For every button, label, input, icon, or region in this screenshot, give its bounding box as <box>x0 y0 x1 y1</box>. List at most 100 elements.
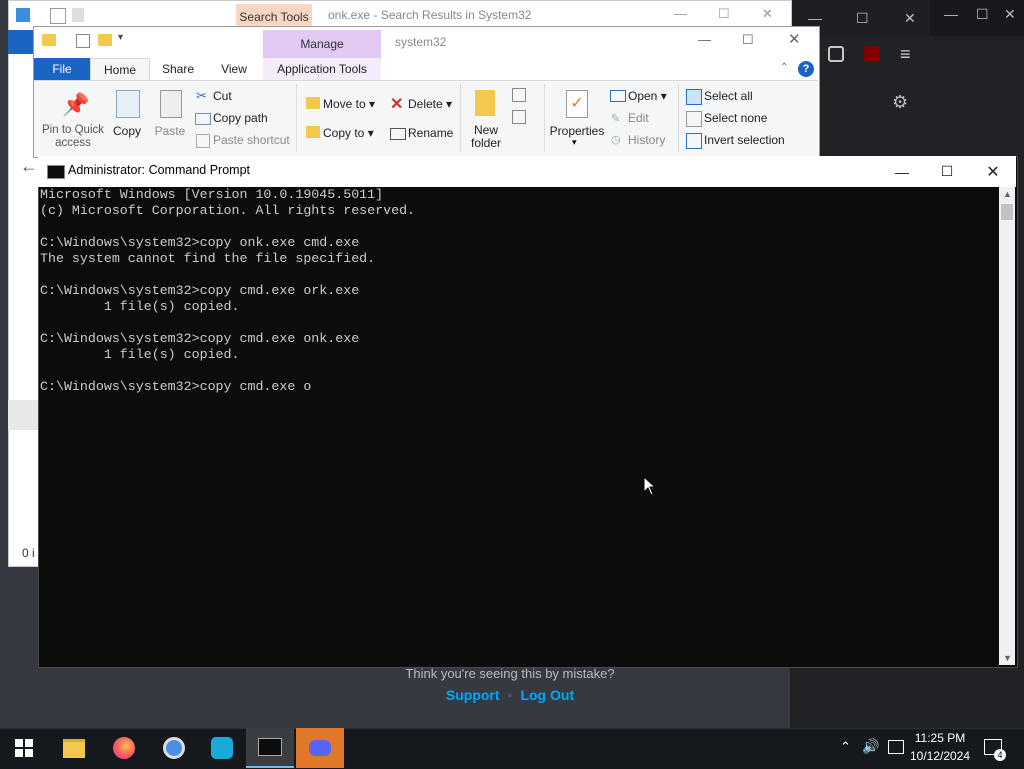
cmd-line: C:\Windows\system32>copy cmd.exe o <box>40 379 312 394</box>
copy-path-button[interactable]: Copy path <box>213 111 268 125</box>
explorer-minimize-button[interactable]: — <box>698 32 711 47</box>
copy-button[interactable]: Copy <box>110 124 144 138</box>
cmd-window-title: Administrator: Command Prompt <box>68 163 251 177</box>
cmd-console-output[interactable]: Microsoft Windows [Version 10.0.19045.50… <box>39 187 1000 665</box>
copy-to-button[interactable]: Copy to ▾ <box>323 126 374 140</box>
copy-icon <box>116 90 140 118</box>
search-window-maximize[interactable]: ☐ <box>718 6 730 22</box>
cmd-line <box>40 267 1000 283</box>
tab-file[interactable]: File <box>34 58 90 80</box>
menu-icon[interactable]: ≡ <box>900 44 911 65</box>
link-separator: • <box>507 687 513 703</box>
invert-selection-button[interactable]: Invert selection <box>704 133 785 147</box>
pin-icon: 📌 <box>62 92 90 117</box>
rename-button[interactable]: Rename <box>408 126 453 140</box>
ublock-icon[interactable] <box>864 46 880 62</box>
cmd-line: 1 file(s) copied. <box>40 299 240 314</box>
pin-quick-access-button[interactable]: Pin to Quick access <box>40 124 106 150</box>
new-folder-quick-icon[interactable] <box>98 34 112 46</box>
quick-access-dropdown-icon[interactable]: ▾ <box>118 32 123 43</box>
search-status-text: 0 i <box>22 546 35 560</box>
manage-contextual-tab[interactable]: Manage <box>263 30 381 58</box>
cmd-maximize-button[interactable]: ☐ <box>924 156 970 187</box>
ribbon-separator <box>544 84 545 152</box>
search-window-close[interactable]: ✕ <box>762 6 773 22</box>
back-arrow-icon[interactable]: ← <box>20 156 38 177</box>
tab-view[interactable]: View <box>212 58 256 80</box>
ribbon-separator <box>678 84 679 152</box>
paste-icon <box>160 90 182 118</box>
tab-home[interactable]: Home <box>90 58 150 81</box>
cut-icon: ✂ <box>196 88 207 103</box>
explorer-maximize-button[interactable]: ☐ <box>742 32 754 48</box>
move-to-button[interactable]: Move to ▾ <box>323 97 375 111</box>
easy-access-icon[interactable] <box>512 110 526 124</box>
delete-label: Delete <box>408 97 443 111</box>
history-button[interactable]: History <box>628 133 665 147</box>
copy-to-label: Copy to <box>323 126 365 140</box>
clock-time[interactable]: 11:25 PM <box>910 731 970 745</box>
browser-close-icon[interactable]: ✕ <box>1004 6 1016 23</box>
explorer-app-icon <box>16 8 30 22</box>
explorer-close-button[interactable]: ✕ <box>788 30 801 48</box>
vpn-icon <box>211 737 233 759</box>
cmd-line: 1 file(s) copied. <box>40 347 240 362</box>
tab-share[interactable]: Share <box>155 58 201 80</box>
cmd-scrollbar[interactable] <box>999 187 1015 665</box>
footer-links: Support • Log Out <box>380 687 640 703</box>
properties-quick-icon[interactable] <box>76 34 90 48</box>
history-icon: ◷ <box>611 134 621 146</box>
taskbar-firefox[interactable] <box>100 728 148 768</box>
paste-button[interactable]: Paste <box>152 124 188 138</box>
new-folder-button[interactable]: New folder <box>466 124 506 150</box>
taskbar-file-explorer[interactable] <box>50 728 98 768</box>
taskbar-vpn[interactable] <box>198 728 246 768</box>
volume-icon[interactable]: 🔊 <box>862 738 879 755</box>
edit-button[interactable]: Edit <box>628 111 649 125</box>
scroll-up-icon[interactable]: ▲ <box>1003 189 1012 199</box>
cmd-close-button[interactable]: ✕ <box>970 156 1016 187</box>
taskbar-discord[interactable] <box>296 728 344 768</box>
move-to-label: Move to <box>323 97 366 111</box>
cmd-line: Microsoft Windows [Version 10.0.19045.50… <box>40 187 384 202</box>
properties-button[interactable]: Properties <box>549 124 605 138</box>
cut-button[interactable]: Cut <box>213 89 232 103</box>
show-hidden-icons-icon[interactable]: ⌃ <box>840 739 851 755</box>
tab-application-tools[interactable]: Application Tools <box>263 58 381 80</box>
background-minimize-icon[interactable]: — <box>808 10 822 26</box>
new-folder-quick-icon[interactable] <box>72 8 84 22</box>
mistake-text: Think you're seeing this by mistake? <box>405 666 615 681</box>
new-item-icon[interactable] <box>512 88 526 102</box>
support-link[interactable]: Support <box>446 687 500 703</box>
taskbar-command-prompt[interactable] <box>246 728 294 768</box>
chrome-icon <box>163 737 185 759</box>
settings-gear-icon[interactable]: ⚙ <box>892 92 908 113</box>
help-icon[interactable]: ? <box>798 61 814 77</box>
open-button[interactable]: Open ▾ <box>628 89 667 103</box>
start-button[interactable] <box>0 728 48 768</box>
delete-button[interactable]: Delete ▾ <box>408 97 452 111</box>
background-maximize-icon[interactable]: ☐ <box>856 10 869 27</box>
clock-date[interactable]: 10/12/2024 <box>906 749 974 763</box>
network-icon[interactable] <box>888 740 904 754</box>
cmd-line <box>40 363 1000 379</box>
cmd-scroll-thumb[interactable] <box>1001 204 1013 220</box>
collapse-ribbon-icon[interactable]: ⌃ <box>780 62 788 73</box>
select-all-button[interactable]: Select all <box>704 89 753 103</box>
search-window-minimize[interactable]: — <box>674 6 687 21</box>
browser-maximize-icon[interactable]: ☐ <box>976 6 989 23</box>
background-close-icon[interactable]: ✕ <box>904 10 916 27</box>
extensions-icon[interactable] <box>828 46 844 62</box>
logout-link[interactable]: Log Out <box>520 687 574 703</box>
move-to-icon <box>306 97 320 109</box>
rename-icon <box>390 128 406 140</box>
open-icon <box>610 90 626 102</box>
taskbar-chrome[interactable] <box>150 728 198 768</box>
cmd-minimize-button[interactable]: — <box>879 156 925 187</box>
properties-dropdown-icon[interactable]: ▾ <box>572 137 577 148</box>
select-none-button[interactable]: Select none <box>704 111 767 125</box>
paste-shortcut-button[interactable]: Paste shortcut <box>213 133 290 147</box>
browser-minimize-icon[interactable]: — <box>944 6 958 22</box>
scroll-down-icon[interactable]: ▼ <box>1003 653 1012 663</box>
properties-quick-icon[interactable] <box>50 8 66 24</box>
